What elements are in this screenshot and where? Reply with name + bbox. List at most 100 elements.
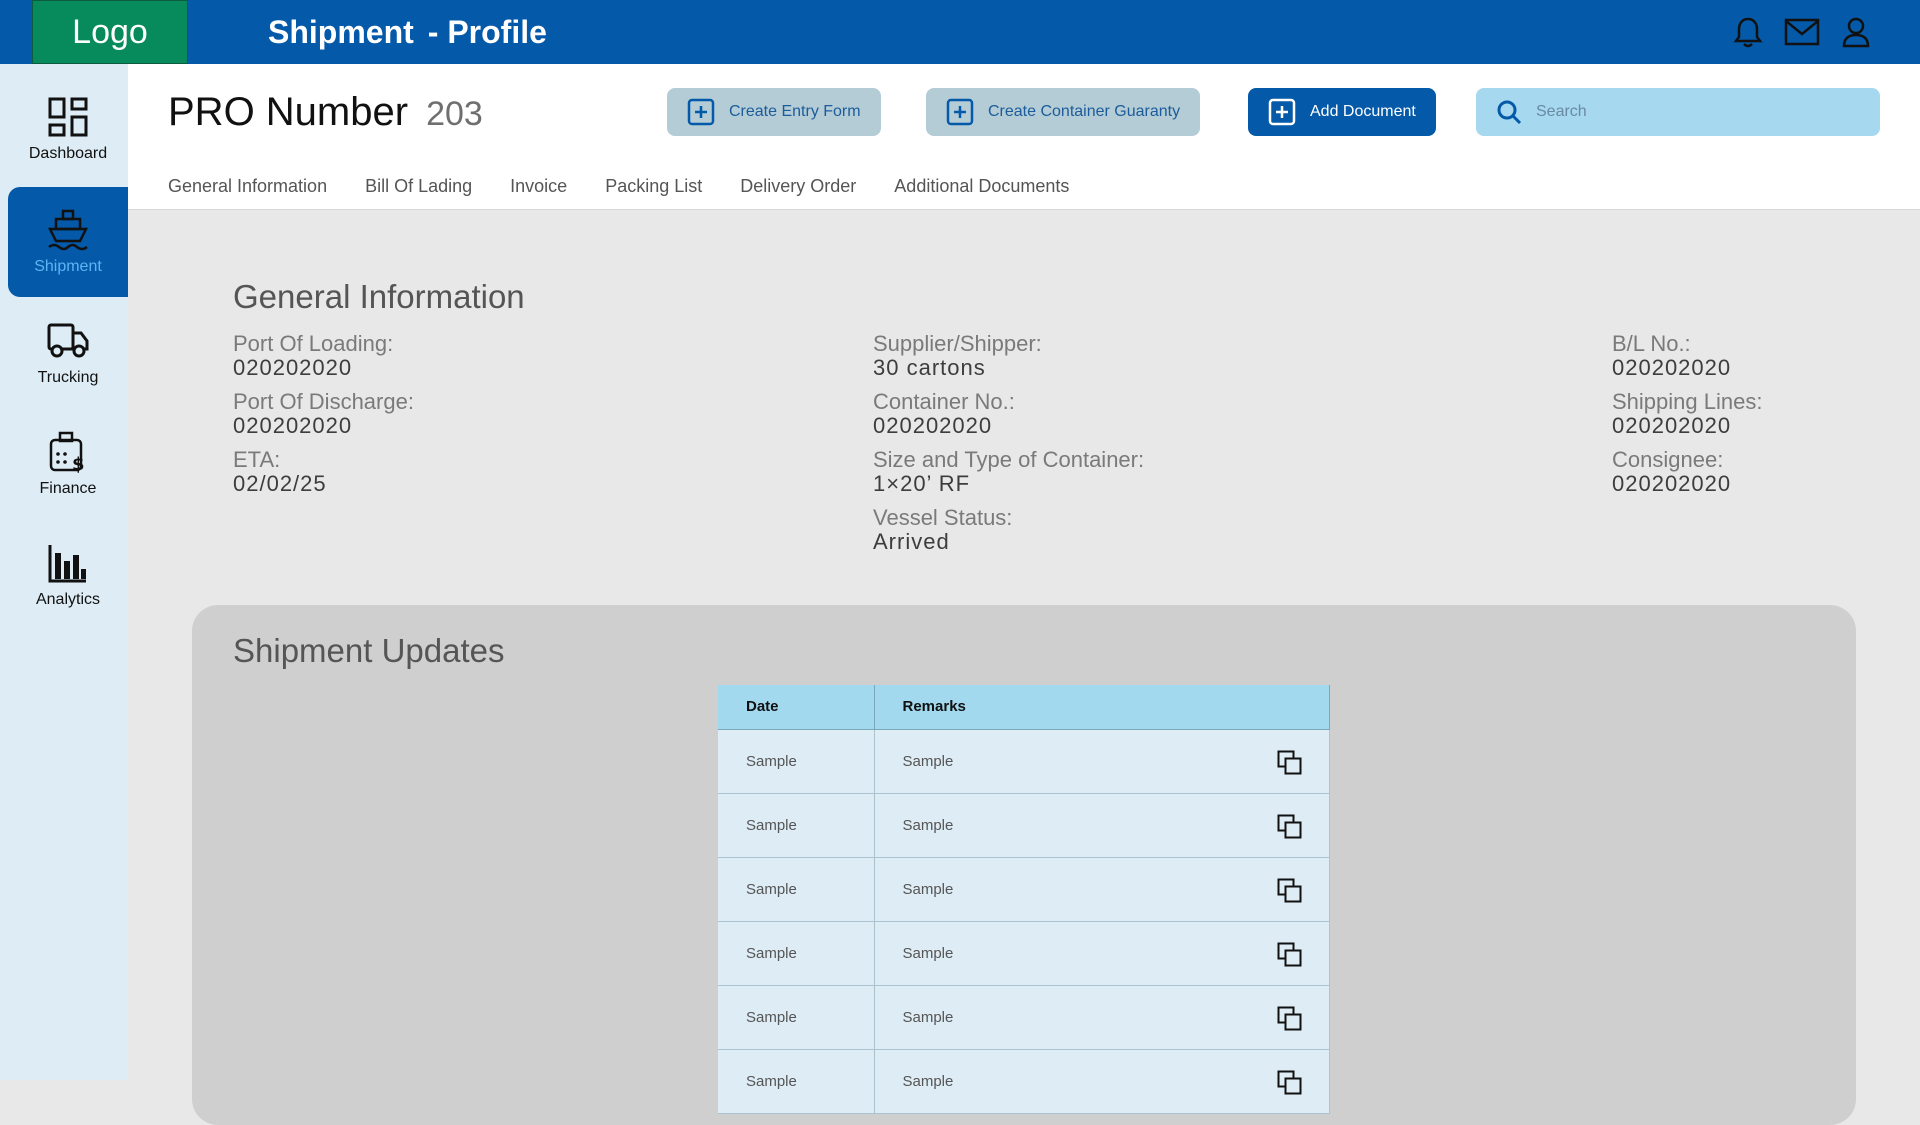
cell-remarks: Sample [874, 793, 1330, 858]
logo[interactable]: Logo [32, 0, 188, 64]
field-label: Port Of Loading: [233, 331, 394, 356]
cell-remarks-text: Sample [902, 1008, 954, 1026]
field-value: 020202020 [233, 413, 353, 438]
cell-date: Sample [718, 1049, 875, 1114]
tab-delivery-order[interactable]: Delivery Order [740, 176, 856, 197]
table-row[interactable]: Sample Sample [718, 985, 1330, 1050]
table-row[interactable]: Sample Sample [718, 793, 1330, 858]
copy-icon[interactable] [1277, 1006, 1303, 1032]
cell-remarks: Sample [874, 857, 1330, 922]
field-size-type-container: Size and Type of Container: 1×20’ RF [873, 448, 1144, 496]
copy-icon[interactable] [1277, 942, 1303, 968]
field-value: 30 cartons [873, 355, 986, 380]
column-header-date[interactable]: Date [718, 685, 875, 730]
sidebar-item-finance[interactable]: $ Finance [8, 409, 128, 519]
add-document-label: Add Document [1310, 103, 1416, 120]
truck-icon [47, 323, 89, 358]
mail-icon[interactable] [1782, 12, 1822, 52]
sidebar-item-label: Finance [39, 480, 97, 497]
svg-text:$: $ [72, 454, 85, 474]
field-consignee: Consignee: 020202020 [1612, 448, 1762, 496]
page-title: Shipment - Profile [268, 12, 547, 52]
copy-icon[interactable] [1277, 878, 1303, 904]
field-eta: ETA: 02/02/25 [233, 448, 414, 496]
tab-general-information[interactable]: General Information [168, 176, 327, 197]
pro-number-title: PRO Number 203 [168, 90, 483, 135]
sidebar: Dashboard Shipment Trucking $ Finance An… [0, 64, 128, 1080]
tab-packing-list[interactable]: Packing List [605, 176, 702, 197]
create-entry-form-label: Create Entry Form [729, 103, 861, 120]
copy-icon[interactable] [1277, 1070, 1303, 1096]
table-row[interactable]: Sample Sample [718, 1049, 1330, 1114]
plus-square-icon [1268, 98, 1296, 126]
create-container-guaranty-label: Create Container Guaranty [988, 103, 1181, 120]
tab-bar: General Information Bill Of Lading Invoi… [168, 176, 1069, 197]
cell-remarks-text: Sample [902, 816, 954, 834]
top-bar: Logo Shipment - Profile [0, 0, 1920, 64]
field-label: B/L No.: [1612, 331, 1691, 356]
field-container-no: Container No.: 020202020 [873, 390, 1144, 438]
cell-date: Sample [718, 857, 875, 922]
field-value: 02/02/25 [233, 471, 327, 496]
field-value: 020202020 [873, 413, 993, 438]
search-input[interactable] [1536, 103, 1856, 121]
search-icon[interactable] [1496, 99, 1522, 125]
create-container-guaranty-button[interactable]: Create Container Guaranty [926, 88, 1201, 136]
cell-date: Sample [718, 921, 875, 986]
field-value: 020202020 [233, 355, 353, 380]
field-label: Size and Type of Container: [873, 447, 1145, 472]
page-header: PRO Number 203 Create Entry Form Create … [128, 64, 1920, 210]
field-value: Arrived [873, 529, 950, 554]
cell-remarks: Sample [874, 921, 1330, 986]
sidebar-item-trucking[interactable]: Trucking [8, 298, 128, 408]
create-entry-form-button[interactable]: Create Entry Form [667, 88, 881, 136]
tab-invoice[interactable]: Invoice [510, 176, 567, 197]
field-value: 020202020 [1612, 413, 1732, 438]
page-title-main: Shipment [268, 13, 414, 50]
field-shipping-lines: Shipping Lines: 020202020 [1612, 390, 1762, 438]
field-value: 1×20’ RF [873, 471, 971, 496]
cell-remarks-text: Sample [902, 1072, 954, 1090]
table-row[interactable]: Sample Sample [718, 729, 1330, 794]
field-value: 020202020 [1612, 355, 1732, 380]
search-box [1476, 88, 1880, 136]
sidebar-item-analytics[interactable]: Analytics [8, 520, 128, 630]
general-info-column-2: Supplier/Shipper: 30 cartons Container N… [873, 332, 1144, 564]
copy-icon[interactable] [1277, 750, 1303, 776]
cell-remarks: Sample [874, 729, 1330, 794]
bell-icon[interactable] [1728, 12, 1768, 52]
cell-remarks: Sample [874, 985, 1330, 1050]
general-info-column-1: Port Of Loading: 020202020 Port Of Disch… [233, 332, 414, 506]
sidebar-item-label: Trucking [37, 369, 99, 386]
field-label: Container No.: [873, 389, 1015, 414]
field-label: Supplier/Shipper: [873, 331, 1042, 356]
sidebar-item-label: Dashboard [28, 145, 108, 162]
field-value: 020202020 [1612, 471, 1732, 496]
plus-square-icon [687, 98, 715, 126]
page-title-sub: - Profile [427, 13, 547, 50]
column-header-remarks[interactable]: Remarks [874, 685, 1330, 730]
plus-square-icon [946, 98, 974, 126]
field-port-of-loading: Port Of Loading: 020202020 [233, 332, 414, 380]
ship-icon [47, 209, 89, 251]
cell-remarks-text: Sample [902, 752, 954, 770]
table-header-row: Date Remarks [718, 685, 1330, 730]
general-info-column-3: B/L No.: 020202020 Shipping Lines: 02020… [1612, 332, 1762, 506]
sidebar-item-dashboard[interactable]: Dashboard [8, 74, 128, 184]
table-row[interactable]: Sample Sample [718, 921, 1330, 986]
sidebar-item-label: Shipment [34, 258, 102, 275]
field-label: ETA: [233, 447, 281, 472]
general-information-title: General Information [233, 278, 525, 315]
sidebar-item-shipment[interactable]: Shipment [8, 187, 128, 297]
cell-date: Sample [718, 729, 875, 794]
field-supplier-shipper: Supplier/Shipper: 30 cartons [873, 332, 1144, 380]
cell-remarks-text: Sample [902, 944, 954, 962]
copy-icon[interactable] [1277, 814, 1303, 840]
pro-number-label: PRO Number [168, 90, 409, 134]
user-icon[interactable] [1836, 12, 1876, 52]
tab-bill-of-lading[interactable]: Bill Of Lading [365, 176, 472, 197]
table-row[interactable]: Sample Sample [718, 857, 1330, 922]
field-port-of-discharge: Port Of Discharge: 020202020 [233, 390, 414, 438]
tab-additional-documents[interactable]: Additional Documents [894, 176, 1069, 197]
add-document-button[interactable]: Add Document [1248, 88, 1436, 136]
